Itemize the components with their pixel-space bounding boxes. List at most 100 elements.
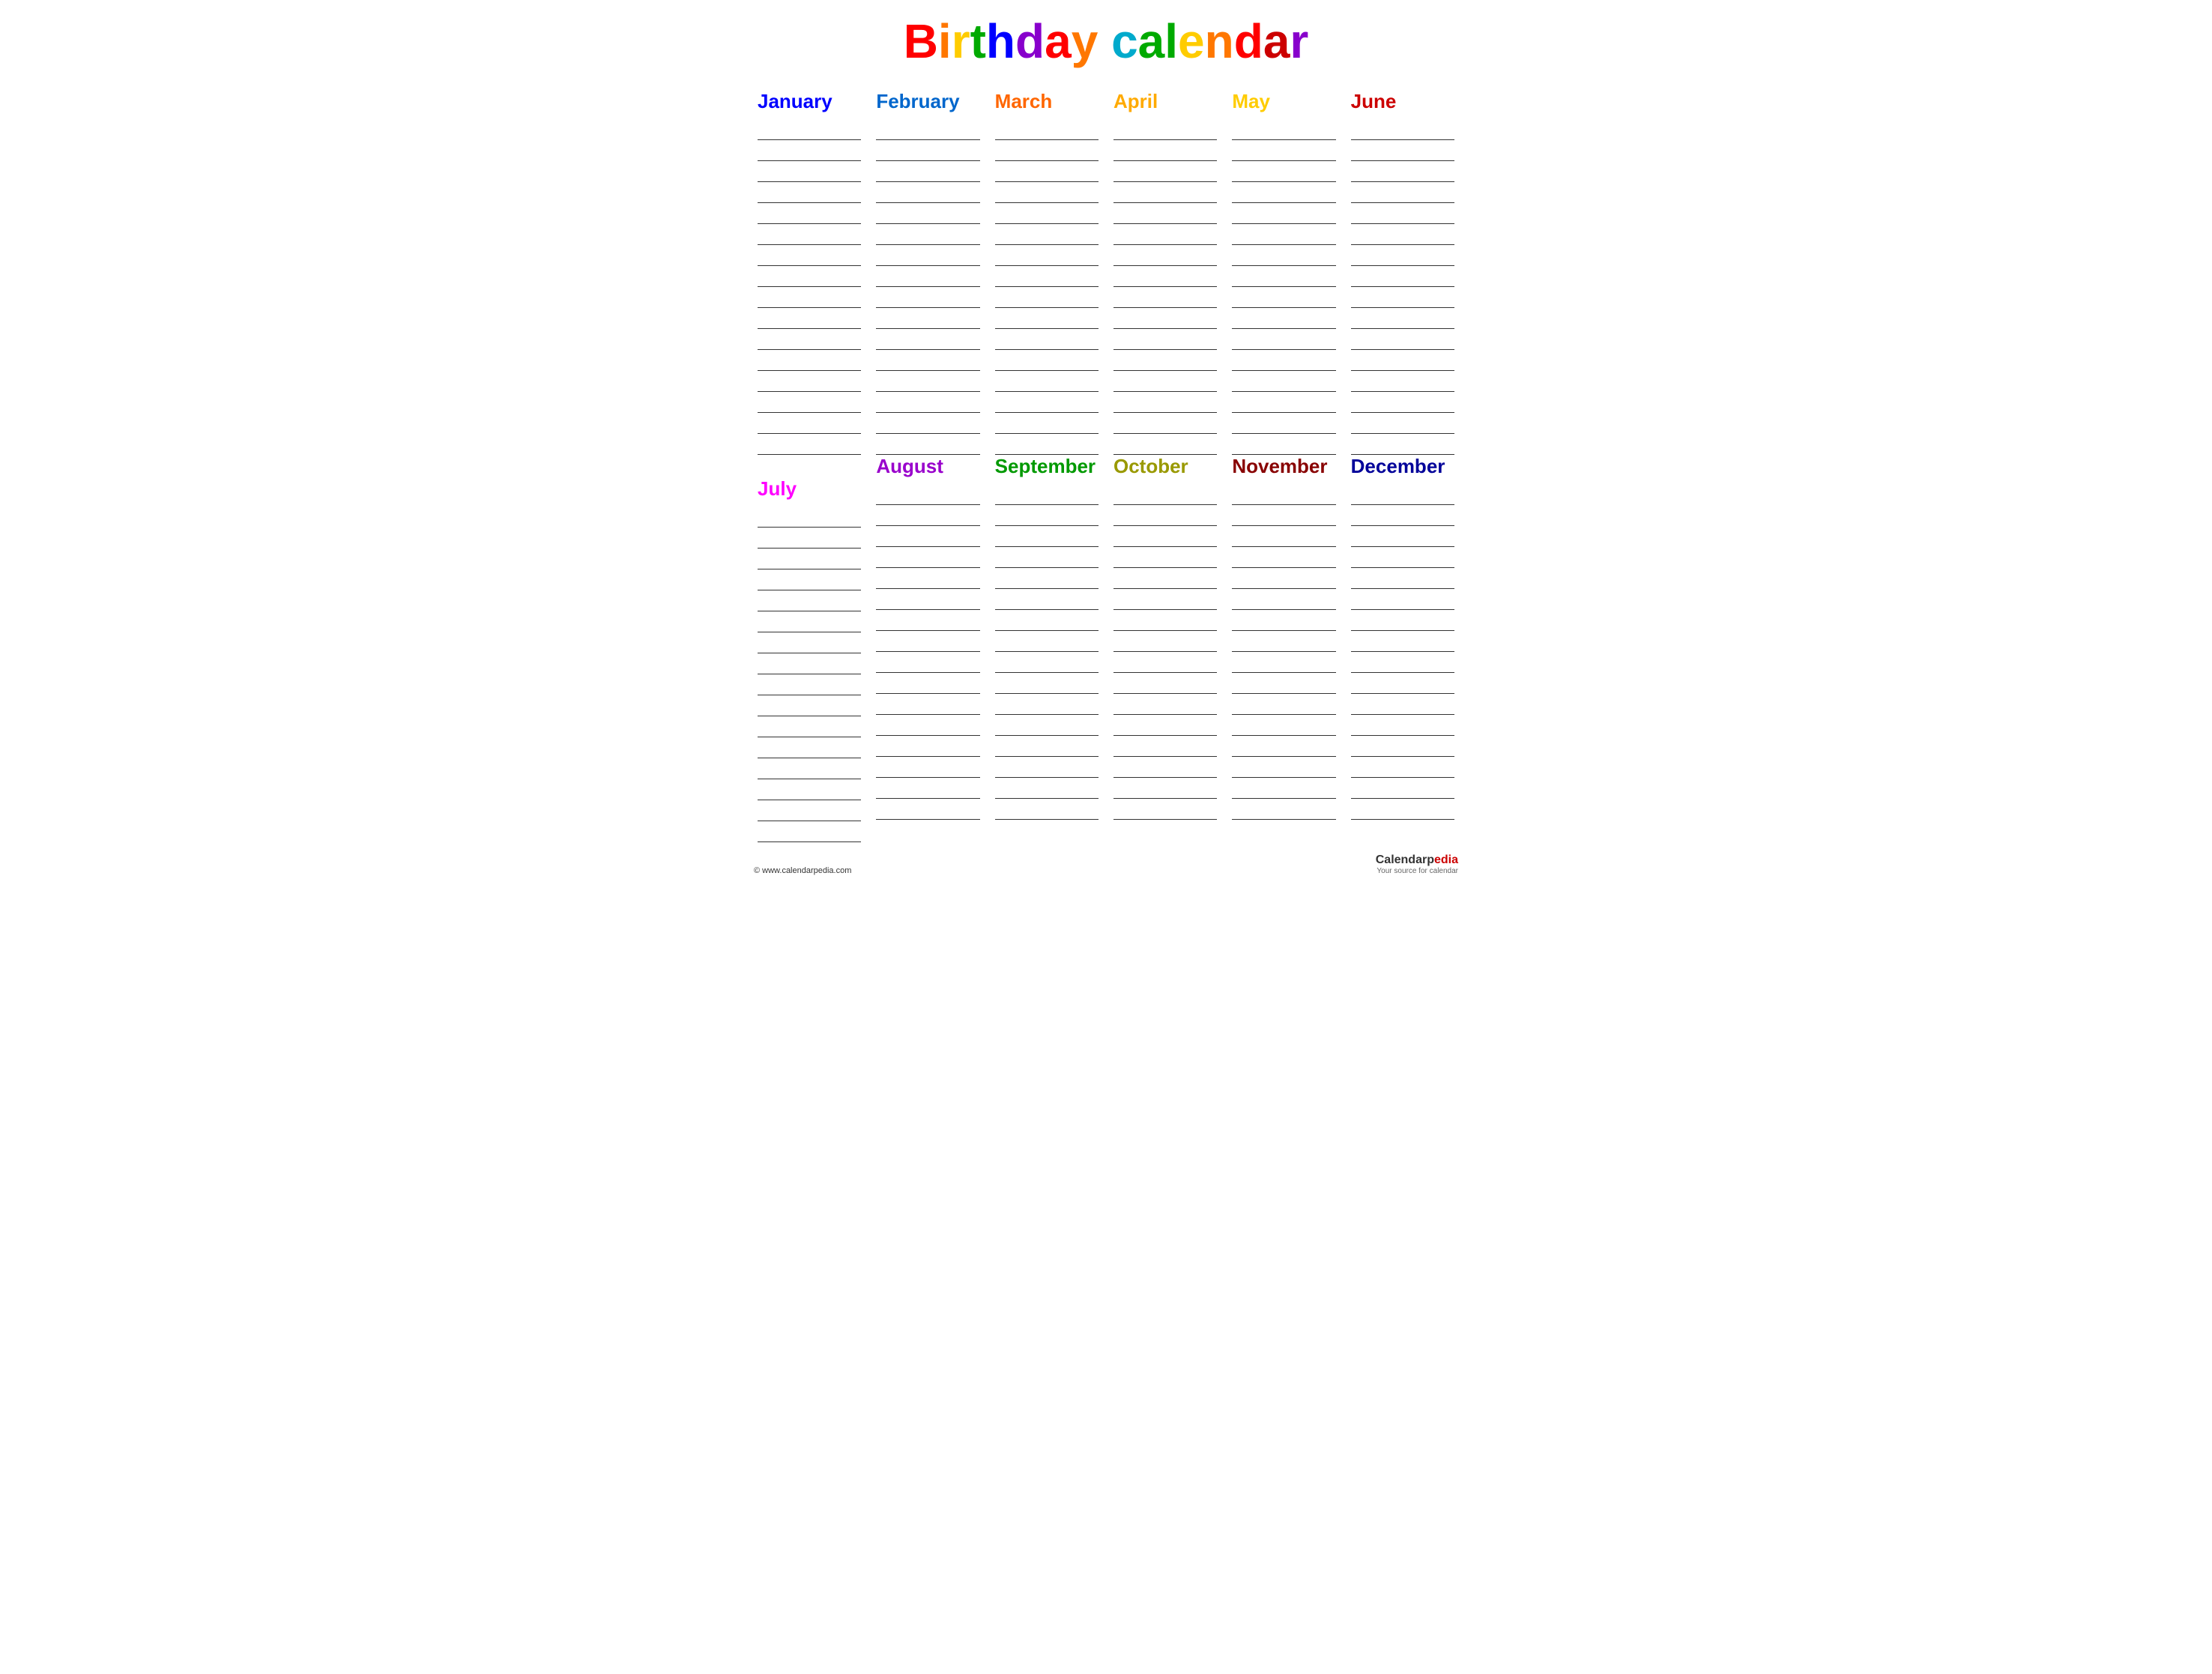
line bbox=[995, 224, 1099, 245]
month-lines-march bbox=[995, 119, 1099, 455]
line bbox=[758, 779, 861, 800]
line bbox=[1351, 140, 1454, 161]
line bbox=[1232, 203, 1335, 224]
line bbox=[758, 632, 861, 653]
line bbox=[876, 694, 979, 715]
line bbox=[1232, 610, 1335, 631]
line bbox=[1113, 778, 1217, 799]
line bbox=[1113, 329, 1217, 350]
month-name-february: February bbox=[876, 90, 979, 113]
line bbox=[995, 329, 1099, 350]
month-february: February bbox=[872, 90, 983, 455]
line bbox=[1113, 350, 1217, 371]
month-name-june: June bbox=[1351, 90, 1454, 113]
line bbox=[995, 715, 1099, 736]
month-lines-april bbox=[1113, 119, 1217, 455]
month-lines-june bbox=[1351, 119, 1454, 455]
line bbox=[1232, 631, 1335, 652]
line bbox=[1351, 371, 1454, 392]
line bbox=[995, 526, 1099, 547]
line bbox=[1232, 526, 1335, 547]
line bbox=[995, 140, 1099, 161]
calendar-grid: January February March AprilMay June July Augu… bbox=[754, 90, 1458, 842]
line bbox=[1232, 140, 1335, 161]
line bbox=[1232, 715, 1335, 736]
line bbox=[995, 757, 1099, 778]
month-name-march: March bbox=[995, 90, 1099, 113]
line bbox=[1113, 484, 1217, 505]
line bbox=[1232, 778, 1335, 799]
month-lines-august bbox=[876, 484, 979, 820]
line bbox=[758, 716, 861, 737]
line bbox=[995, 568, 1099, 589]
month-lines-may bbox=[1232, 119, 1335, 455]
line bbox=[995, 413, 1099, 434]
line bbox=[758, 528, 861, 549]
line bbox=[1113, 392, 1217, 413]
line bbox=[995, 161, 1099, 182]
line bbox=[876, 652, 979, 673]
line bbox=[1351, 547, 1454, 568]
line bbox=[1351, 736, 1454, 757]
line bbox=[758, 224, 861, 245]
month-name-january: January bbox=[758, 90, 861, 113]
line bbox=[1113, 799, 1217, 820]
line bbox=[758, 653, 861, 674]
line bbox=[876, 224, 979, 245]
month-october: October bbox=[1110, 455, 1221, 842]
line bbox=[1113, 631, 1217, 652]
line bbox=[758, 287, 861, 308]
month-name-december: December bbox=[1351, 455, 1454, 478]
page-title: Birthday calendar bbox=[754, 15, 1458, 67]
line bbox=[1351, 245, 1454, 266]
line bbox=[995, 434, 1099, 455]
month-december: December bbox=[1347, 455, 1458, 842]
line bbox=[758, 695, 861, 716]
line bbox=[876, 631, 979, 652]
line bbox=[1232, 568, 1335, 589]
line bbox=[995, 799, 1099, 820]
month-may: May bbox=[1228, 90, 1339, 455]
line bbox=[758, 674, 861, 695]
line bbox=[1113, 547, 1217, 568]
line bbox=[1232, 652, 1335, 673]
line bbox=[1232, 505, 1335, 526]
line bbox=[758, 549, 861, 569]
line bbox=[995, 203, 1099, 224]
line bbox=[1113, 413, 1217, 434]
line bbox=[1351, 287, 1454, 308]
line bbox=[758, 800, 861, 821]
line bbox=[995, 589, 1099, 610]
line bbox=[995, 287, 1099, 308]
line bbox=[1113, 526, 1217, 547]
line bbox=[995, 631, 1099, 652]
line bbox=[995, 371, 1099, 392]
line bbox=[758, 182, 861, 203]
line bbox=[876, 413, 979, 434]
line bbox=[1113, 119, 1217, 140]
line bbox=[1113, 371, 1217, 392]
line bbox=[1351, 266, 1454, 287]
line bbox=[1351, 161, 1454, 182]
month-april: April bbox=[1110, 90, 1221, 455]
line bbox=[876, 568, 979, 589]
line bbox=[1351, 589, 1454, 610]
line bbox=[876, 484, 979, 505]
line bbox=[758, 350, 861, 371]
line bbox=[876, 799, 979, 820]
line bbox=[876, 505, 979, 526]
line bbox=[1232, 589, 1335, 610]
line bbox=[758, 737, 861, 758]
footer-website: © www.calendarpedia.com bbox=[754, 866, 851, 875]
month-name-november: November bbox=[1232, 455, 1335, 478]
line bbox=[1232, 799, 1335, 820]
line bbox=[758, 821, 861, 842]
line bbox=[758, 758, 861, 779]
line bbox=[1232, 413, 1335, 434]
line bbox=[876, 757, 979, 778]
line bbox=[876, 736, 979, 757]
month-september: September bbox=[991, 455, 1102, 842]
line bbox=[1351, 757, 1454, 778]
month-july: July bbox=[754, 477, 865, 842]
month-name-august: August bbox=[876, 455, 979, 478]
